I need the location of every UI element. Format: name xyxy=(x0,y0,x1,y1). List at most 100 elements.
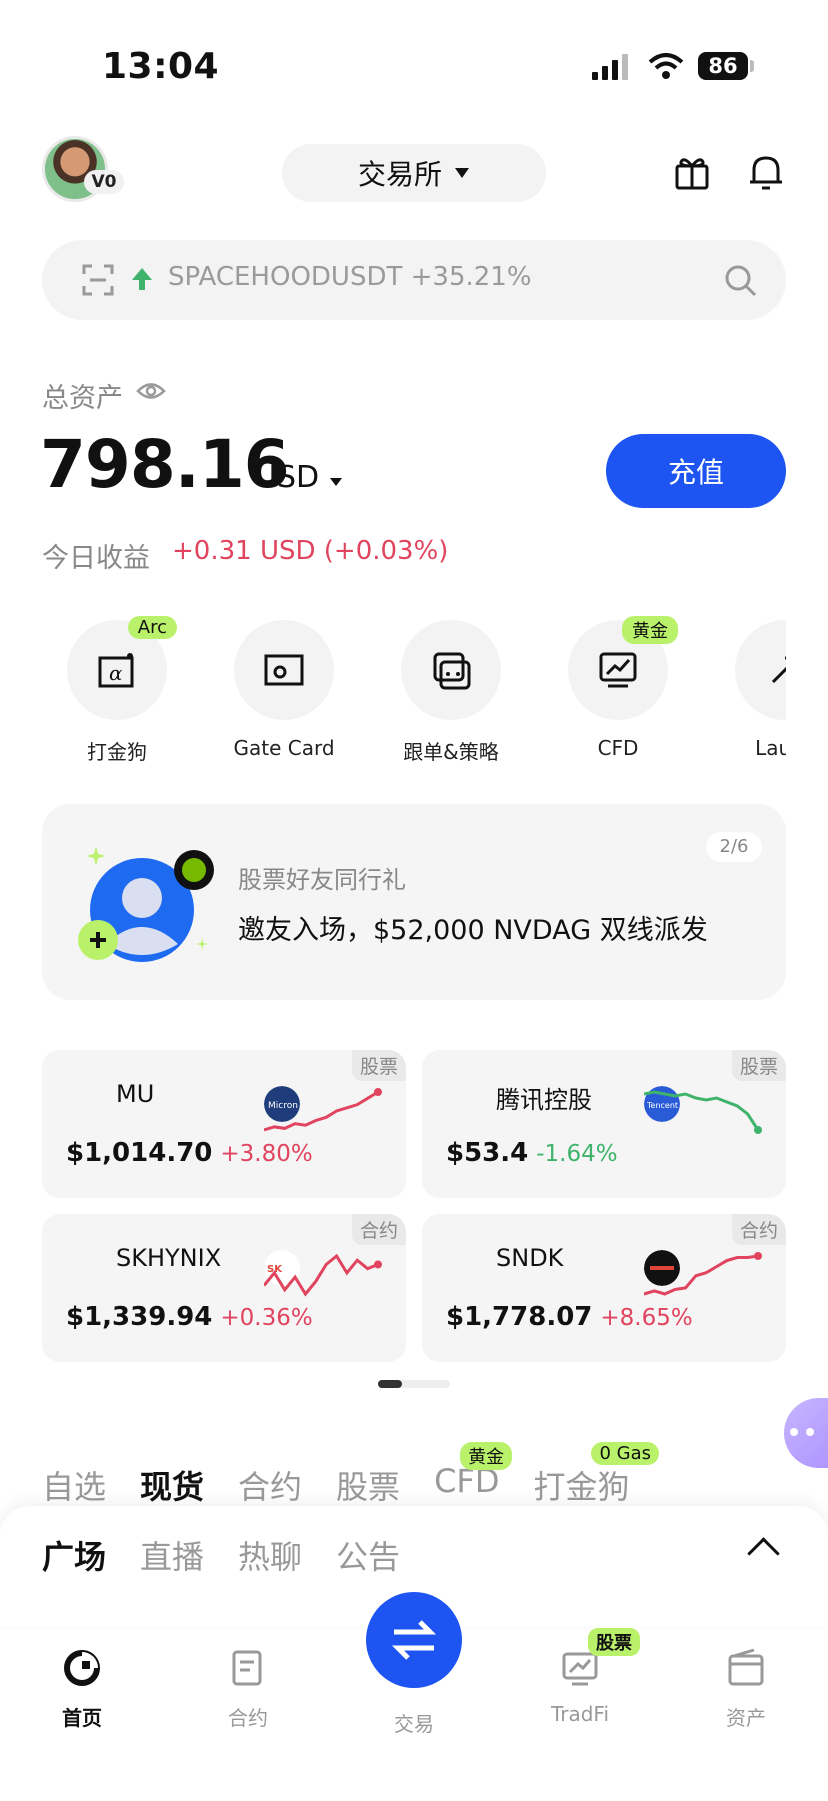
asset-change: +3.80% xyxy=(220,1141,313,1167)
sparkline-end-dot xyxy=(754,1252,762,1260)
shortcut-label: 打金狗 xyxy=(87,740,147,764)
asset-type-tag: 合约 xyxy=(351,1214,406,1245)
bell-icon[interactable] xyxy=(748,152,784,192)
sparkline-line xyxy=(264,1090,379,1132)
market-card-mu[interactable]: 股票 Micron MU $1,014.70 +3.80% xyxy=(42,1050,406,1198)
asset-price: $53.4 xyxy=(446,1138,529,1168)
chart-icon xyxy=(599,652,637,688)
shortcut-label: CFD xyxy=(597,736,639,760)
tab-hot-chat[interactable]: 热聊 xyxy=(238,1532,302,1578)
home-icon xyxy=(64,1650,100,1686)
battery-indicator: 86 xyxy=(698,52,748,80)
gift-icon[interactable] xyxy=(674,154,710,190)
nav-label: 资产 xyxy=(726,1706,766,1730)
asset-type-tag: 股票 xyxy=(351,1050,406,1081)
nav-label: TradFi xyxy=(550,1702,610,1726)
search-placeholder: SPACEHOODUSDT +35.21% xyxy=(168,262,532,292)
asset-price-row: $1,339.94 +0.36% xyxy=(66,1302,313,1332)
banner-pager: 2/6 xyxy=(706,832,762,862)
shortcut-badge: 黄金 xyxy=(622,616,678,644)
asset-change: +8.65% xyxy=(600,1305,693,1331)
shortcut-icon-bg: 黄金 xyxy=(568,616,678,720)
nav-tradfi[interactable]: 股票 TradFi xyxy=(520,1628,640,1726)
total-assets-amount: 798.16 xyxy=(40,426,290,503)
banner-subtitle: 股票好友同行礼 xyxy=(238,866,406,894)
tab-announcements[interactable]: 公告 xyxy=(336,1532,400,1578)
tab-cfd[interactable]: CFD 黄金 xyxy=(434,1442,513,1508)
battery-tip xyxy=(750,60,754,72)
market-card-sndk[interactable]: 合约 SNDK $1,778.07 +8.65% xyxy=(422,1214,786,1362)
shortcut-label: 跟单&策略 xyxy=(403,740,499,764)
sparkline-line xyxy=(644,1254,759,1296)
asset-type-tag: 合约 xyxy=(731,1214,786,1245)
tab-favorites[interactable]: 自选 xyxy=(42,1462,106,1508)
market-card-skhynix[interactable]: 合约 SK SKHYNIX $1,339.94 +0.36% xyxy=(42,1214,406,1362)
today-pnl-label: 今日收益 xyxy=(42,543,150,574)
sparkline-end-dot xyxy=(754,1126,762,1134)
vip-badge: V0 xyxy=(84,170,124,194)
shortcut-icon-bg xyxy=(234,620,334,720)
scan-icon[interactable] xyxy=(82,264,114,296)
exchange-selector[interactable]: 交易所 xyxy=(282,144,546,202)
caret-down-icon xyxy=(455,168,469,178)
asset-price: $1,339.94 xyxy=(66,1302,213,1332)
shortcut-label: Launc xyxy=(755,736,786,760)
caret-down-icon xyxy=(329,478,342,486)
sparkline-line xyxy=(264,1253,379,1297)
wifi-icon xyxy=(648,53,684,79)
shortcut-icon-bg xyxy=(401,620,501,720)
tab-stocks[interactable]: 股票 xyxy=(336,1462,400,1508)
tab-badge: 0 Gas xyxy=(591,1442,659,1465)
nav-contract[interactable]: 合约 xyxy=(188,1648,308,1731)
shortcut-icon-bg: α Arc xyxy=(67,616,177,720)
tab-square[interactable]: 广场 xyxy=(42,1532,106,1578)
contract-icon xyxy=(232,1650,262,1686)
launch-icon xyxy=(771,656,786,684)
tab-badge: 黄金 xyxy=(460,1442,513,1470)
card-icon xyxy=(264,654,304,686)
asset-price-row: $1,778.07 +8.65% xyxy=(446,1302,693,1332)
cellular-signal-icon xyxy=(592,54,628,80)
sparkline-chart xyxy=(264,1253,382,1297)
asset-type-tag: 股票 xyxy=(731,1050,786,1081)
nav-assets[interactable]: 资产 xyxy=(686,1648,806,1731)
swap-icon xyxy=(391,1620,437,1660)
sparkline-end-dot xyxy=(374,1260,382,1269)
asset-change: +0.36% xyxy=(220,1305,313,1331)
search-icon[interactable] xyxy=(724,264,758,298)
tab-spot[interactable]: 现货 xyxy=(140,1462,204,1508)
alpha-icon: α xyxy=(98,653,134,688)
deposit-button[interactable]: 充值 xyxy=(606,434,786,508)
trade-button[interactable] xyxy=(366,1592,462,1688)
nav-home[interactable]: 首页 xyxy=(22,1648,142,1731)
tab-label: 打金狗 xyxy=(533,1468,630,1506)
asset-name: MU xyxy=(116,1080,155,1108)
shortcut-dajingou[interactable]: α Arc 打金狗 xyxy=(42,616,192,765)
nav-badge: 股票 xyxy=(588,1628,640,1656)
eye-icon[interactable] xyxy=(136,380,166,402)
sparkline-chart xyxy=(644,1252,762,1296)
shortcut-icon-bg xyxy=(735,620,786,720)
sparkline-chart xyxy=(264,1088,382,1132)
tab-futures[interactable]: 合约 xyxy=(238,1462,302,1508)
market-card-tencent[interactable]: 股票 Tencent 腾讯控股 $53.4 -1.64% xyxy=(422,1050,786,1198)
shortcut-launch[interactable]: Launc xyxy=(710,620,786,780)
currency-selector[interactable]: USD xyxy=(255,460,343,495)
nav-label: 首页 xyxy=(62,1706,102,1730)
tab-live[interactable]: 直播 xyxy=(140,1532,204,1578)
shortcut-copy-trading[interactable]: 跟单&策略 xyxy=(376,620,526,765)
asset-name: SNDK xyxy=(496,1244,564,1272)
tab-dajingou[interactable]: 打金狗 0 Gas xyxy=(533,1442,659,1508)
shortcut-gate-card[interactable]: Gate Card xyxy=(209,620,359,760)
asset-price-row: $53.4 -1.64% xyxy=(446,1138,618,1168)
svg-text:α: α xyxy=(109,661,123,685)
asset-price: $1,778.07 xyxy=(446,1302,593,1332)
nav-label-trade: 交易 xyxy=(394,1712,434,1736)
chat-bubble-button[interactable] xyxy=(784,1398,828,1468)
shortcut-cfd[interactable]: 黄金 CFD xyxy=(543,616,693,760)
currency-label: USD xyxy=(255,460,320,495)
trending-up-icon xyxy=(132,268,152,290)
wallet-icon xyxy=(728,1648,764,1686)
more-dots-icon xyxy=(790,1428,814,1436)
carousel-indicator xyxy=(378,1380,450,1388)
